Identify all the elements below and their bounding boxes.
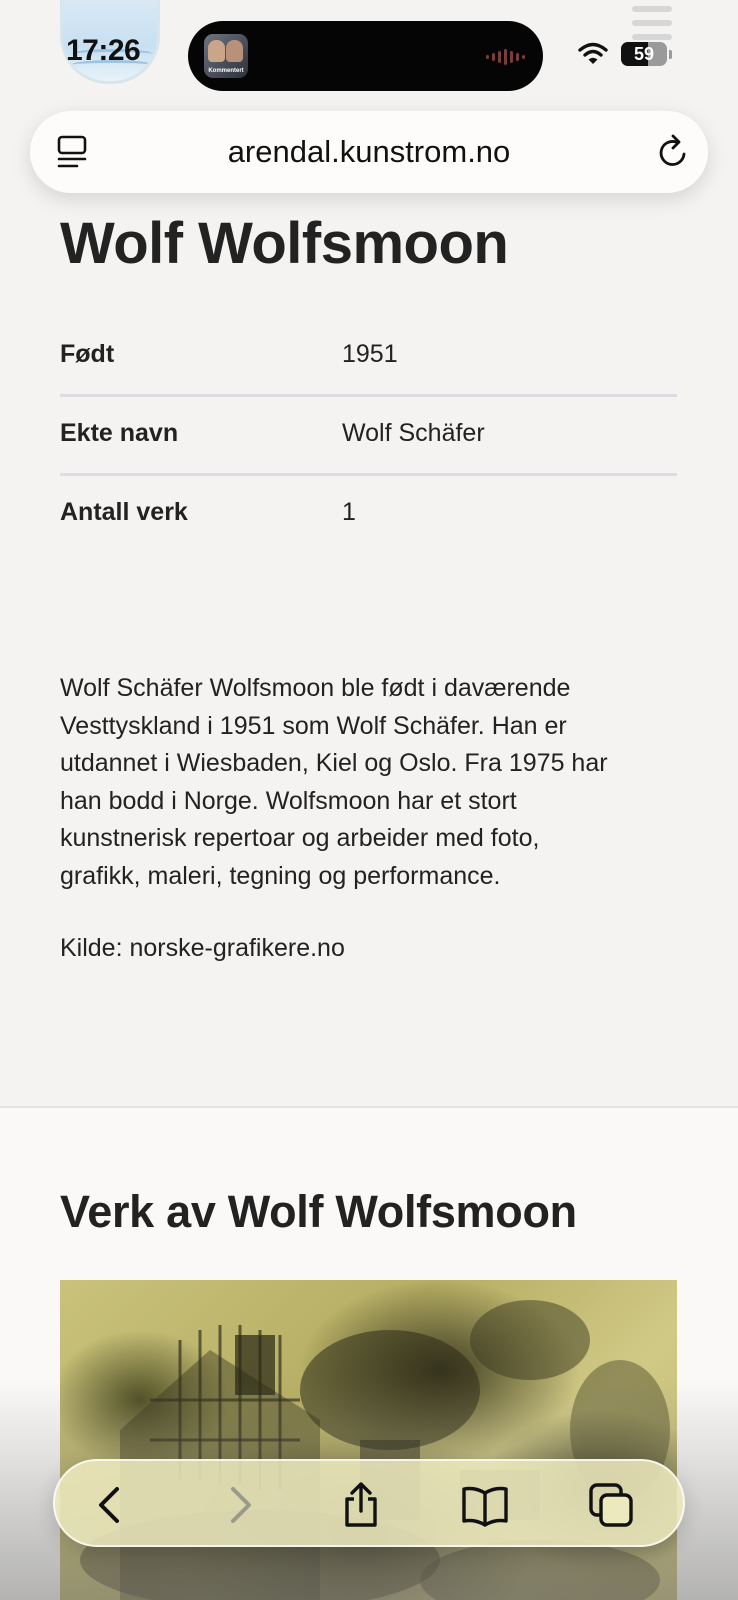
bookmarks-icon xyxy=(462,1486,508,1527)
bio-line: Vesttyskland i 1951 som Wolf Schäfer. Ha… xyxy=(60,711,567,740)
battery-tip xyxy=(669,50,672,59)
fact-label: Antall verk xyxy=(60,498,188,526)
fact-row-real-name: Ekte navn Wolf Schäfer xyxy=(60,397,677,476)
status-bar: 17:26 Kommentert 59 xyxy=(0,0,738,100)
forward-button[interactable] xyxy=(215,1481,263,1529)
site-menu-icon[interactable] xyxy=(632,6,672,46)
clock: 17:26 xyxy=(66,34,141,67)
bio-source: Kilde: norske-grafikere.no xyxy=(60,934,345,962)
audio-waveform-icon xyxy=(486,49,525,65)
fact-label: Født xyxy=(60,340,115,368)
bio-line: Wolf Schäfer Wolfsmoon ble født i davære… xyxy=(60,674,571,702)
share-icon xyxy=(345,1482,377,1527)
bio-line: grafikk, maleri, tegning og performance. xyxy=(60,861,501,890)
forward-icon xyxy=(231,1487,251,1523)
url-text[interactable]: arendal.kunstrom.no xyxy=(110,111,628,193)
artist-facts-table: Født 1951 Ekte navn Wolf Schäfer Antall … xyxy=(60,318,677,555)
tabs-icon xyxy=(589,1483,633,1527)
bio-line: utdannet i Wiesbaden, Kiel og Oslo. Fra … xyxy=(60,749,608,777)
wifi-icon xyxy=(578,42,608,64)
fact-value: Wolf Schäfer xyxy=(342,419,485,447)
reader-mode-icon[interactable] xyxy=(56,135,90,169)
reload-icon[interactable] xyxy=(654,133,692,171)
fact-row-work-count: Antall verk 1 xyxy=(60,476,677,555)
share-button[interactable] xyxy=(337,1481,385,1529)
back-button[interactable] xyxy=(87,1481,135,1529)
artist-bio: Wolf Schäfer Wolfsmoon ble født i davære… xyxy=(60,670,680,895)
back-icon xyxy=(99,1487,119,1523)
dynamic-island[interactable]: Kommentert xyxy=(188,21,543,91)
bookmarks-button[interactable] xyxy=(461,1481,509,1529)
thumbnail-label: Kommentert xyxy=(208,68,244,74)
browser-toolbar xyxy=(53,1459,685,1547)
works-heading: Verk av Wolf Wolfsmoon xyxy=(60,1186,577,1237)
fact-label: Ekte navn xyxy=(60,419,179,447)
tabs-button[interactable] xyxy=(587,1481,635,1529)
address-bar[interactable]: arendal.kunstrom.no xyxy=(30,111,708,193)
bio-line: kunstnerisk repertoar og arbeider med fo… xyxy=(60,824,540,852)
now-playing-thumbnail[interactable]: Kommentert xyxy=(204,34,248,78)
bio-line: han bodd i Norge. Wolfsmoon har et stort xyxy=(60,786,517,815)
fact-value: 1951 xyxy=(342,340,398,368)
artist-name-heading: Wolf Wolfsmoon xyxy=(60,211,509,276)
fact-row-born: Født 1951 xyxy=(60,318,677,397)
fact-value: 1 xyxy=(342,498,356,526)
